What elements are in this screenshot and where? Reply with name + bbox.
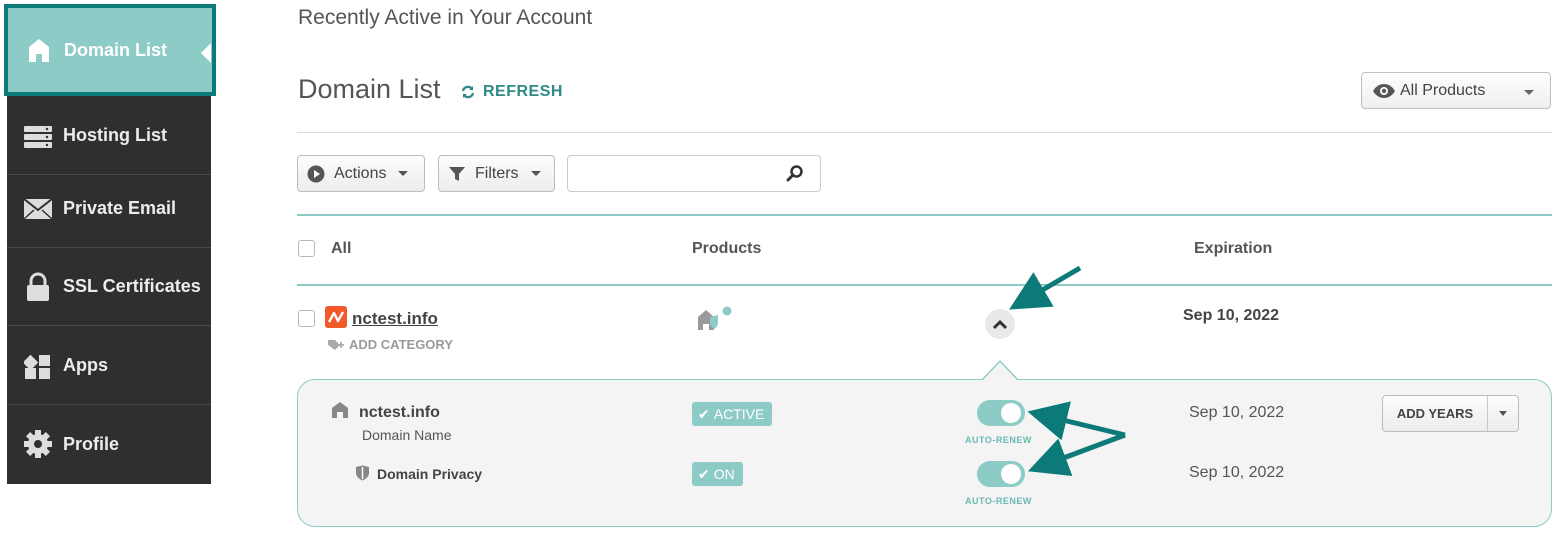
sidebar-item-label: Hosting List xyxy=(63,125,167,145)
column-header-all: All xyxy=(331,240,352,257)
collapse-details-button[interactable] xyxy=(985,309,1015,339)
sidebar-item-profile[interactable]: Profile xyxy=(7,405,211,483)
add-category-label: ADD CATEGORY xyxy=(349,337,453,352)
lock-icon xyxy=(23,272,53,301)
sidebar-item-ssl-certificates[interactable]: SSL Certificates xyxy=(7,248,211,326)
refresh-button[interactable]: REFRESH xyxy=(460,83,563,101)
add-years-split-button: ADD YEARS xyxy=(1382,395,1519,432)
auto-renew-label: AUTO-RENEW xyxy=(965,435,1032,445)
actions-label: Actions xyxy=(334,164,387,182)
shield-icon xyxy=(355,465,370,486)
sidebar-item-apps[interactable]: Apps xyxy=(7,327,211,405)
refresh-label: REFRESH xyxy=(483,83,563,100)
status-label: ACTIVE xyxy=(713,406,765,422)
add-years-button[interactable]: ADD YEARS xyxy=(1383,396,1488,431)
funnel-icon xyxy=(449,166,465,181)
auto-renew-toggle-privacy[interactable] xyxy=(977,461,1025,487)
row-checkbox[interactable] xyxy=(298,310,315,327)
apps-grid-icon xyxy=(23,352,53,380)
status-badge-on: ✔ ON xyxy=(692,462,743,486)
envelope-icon xyxy=(23,195,53,223)
detail-domain-name: nctest.info xyxy=(359,404,440,421)
sidebar-item-label: Apps xyxy=(63,355,108,375)
sidebar-item-label: Domain List xyxy=(64,39,168,60)
tag-plus-icon xyxy=(328,339,344,350)
chevron-up-icon xyxy=(992,319,1008,330)
expiration-date: Sep 10, 2022 xyxy=(1183,307,1280,324)
house-icon xyxy=(24,36,54,64)
chevron-down-icon xyxy=(1499,411,1507,416)
namecheap-logo-icon xyxy=(325,306,347,328)
select-all-checkbox[interactable] xyxy=(298,240,315,257)
page-title: Domain List xyxy=(298,74,441,104)
detail-privacy-date: Sep 10, 2022 xyxy=(1189,464,1285,481)
add-category-button[interactable]: ADD CATEGORY xyxy=(327,337,453,352)
chevron-down-icon xyxy=(1524,90,1534,95)
gear-icon xyxy=(23,430,53,458)
chevron-down-icon xyxy=(398,171,409,176)
auto-renew-label: AUTO-RENEW xyxy=(965,496,1032,506)
add-years-dropdown[interactable] xyxy=(1488,396,1518,431)
search-icon[interactable] xyxy=(786,164,804,187)
panel-pointer-fill xyxy=(982,362,1018,381)
table-top-divider xyxy=(297,214,1552,216)
filters-label: Filters xyxy=(475,164,519,182)
detail-domain-date: Sep 10, 2022 xyxy=(1189,404,1285,421)
domain-link[interactable]: nctest.info xyxy=(352,309,438,329)
recently-active-heading: Recently Active in Your Account xyxy=(298,6,593,29)
sidebar-item-hosting-list[interactable]: Hosting List xyxy=(7,97,211,175)
details-panel xyxy=(297,379,1552,527)
divider xyxy=(297,132,1552,133)
column-header-products: Products xyxy=(692,240,762,257)
play-circle-icon xyxy=(307,165,325,182)
detail-privacy-name: Domain Privacy xyxy=(377,466,483,482)
sidebar-item-label: Private Email xyxy=(63,198,177,218)
refresh-icon xyxy=(461,85,475,99)
check-icon: ✔ xyxy=(698,465,710,482)
check-icon: ✔ xyxy=(698,405,710,422)
table-header-divider xyxy=(297,284,1552,286)
search-input[interactable] xyxy=(567,155,821,192)
server-icon xyxy=(23,122,53,150)
product-house-shield-icon xyxy=(696,305,736,338)
house-icon xyxy=(331,401,349,424)
sidebar-item-label: SSL Certificates xyxy=(63,276,201,296)
sidebar-item-private-email[interactable]: Private Email xyxy=(7,170,211,248)
auto-renew-toggle-domain[interactable] xyxy=(977,400,1025,426)
actions-dropdown[interactable]: Actions xyxy=(297,155,425,192)
sidebar-item-label: Profile xyxy=(63,433,120,454)
status-label: ON xyxy=(713,466,735,482)
status-badge-active: ✔ ACTIVE xyxy=(692,402,773,426)
products-filter-select[interactable]: All Products xyxy=(1361,72,1551,109)
products-filter-value: All Products xyxy=(1400,81,1486,99)
eye-icon xyxy=(1373,83,1395,98)
sidebar: Domain List Hosting List Private Email S… xyxy=(4,4,216,484)
sidebar-item-domain-list[interactable]: Domain List xyxy=(4,4,216,96)
detail-domain-subtitle: Domain Name xyxy=(362,427,452,443)
column-header-expiration: Expiration xyxy=(1194,240,1273,257)
filters-dropdown[interactable]: Filters xyxy=(438,155,555,192)
chevron-down-icon xyxy=(530,171,541,176)
